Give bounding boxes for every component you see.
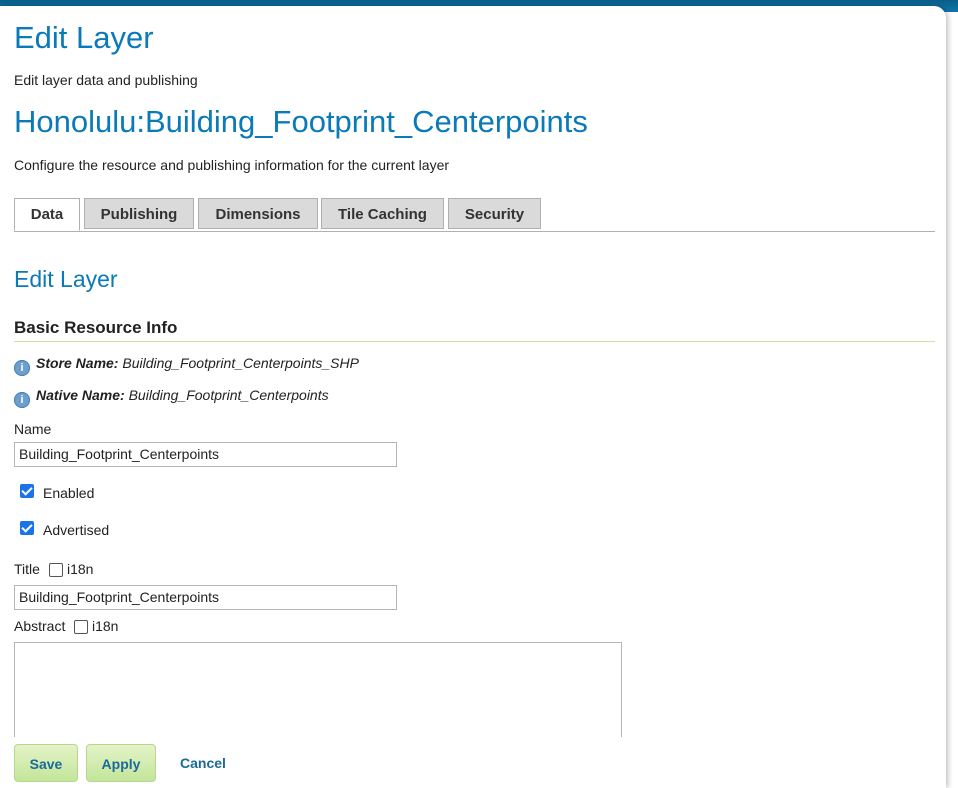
native-name-label: Native Name: <box>36 387 125 403</box>
tab-publishing[interactable]: Publishing <box>84 198 194 229</box>
abstract-i18n-checkbox[interactable] <box>74 620 88 634</box>
title-i18n-label: i18n <box>67 561 94 577</box>
title-label: Title <box>14 561 40 577</box>
enabled-label: Enabled <box>43 485 95 501</box>
abstract-textarea[interactable] <box>14 642 622 737</box>
info-icon: i <box>14 392 30 408</box>
tab-bar: Data Publishing Dimensions Tile Caching … <box>14 198 935 232</box>
section-divider <box>14 341 935 342</box>
name-label: Name <box>14 421 52 437</box>
advertised-label: Advertised <box>43 522 110 538</box>
tab-dimensions[interactable]: Dimensions <box>198 198 318 229</box>
save-button[interactable]: Save <box>14 744 78 782</box>
page-title: Edit Layer <box>14 20 154 55</box>
apply-button[interactable]: Apply <box>86 744 156 782</box>
abstract-label: Abstract <box>14 618 66 634</box>
layer-description: Configure the resource and publishing in… <box>14 157 450 173</box>
page-subtitle: Edit layer data and publishing <box>14 72 198 88</box>
native-name-value: Building_Footprint_Centerpoints <box>128 387 329 403</box>
store-name-label: Store Name: <box>36 355 119 371</box>
tab-tile-caching[interactable]: Tile Caching <box>321 198 444 229</box>
cancel-link[interactable]: Cancel <box>180 755 226 771</box>
advertised-checkbox[interactable] <box>20 521 34 535</box>
basic-resource-info-title: Basic Resource Info <box>14 318 178 337</box>
store-name-value: Building_Footprint_Centerpoints_SHP <box>122 355 359 371</box>
title-input[interactable]: Building_Footprint_Centerpoints <box>14 585 397 610</box>
tab-data[interactable]: Data <box>14 198 80 231</box>
title-i18n-checkbox[interactable] <box>49 563 63 577</box>
layer-name-heading: Honolulu:Building_Footprint_Centerpoints <box>14 104 588 139</box>
store-name-info: i Store Name: Building_Footprint_Centerpo… <box>14 355 359 376</box>
enabled-checkbox[interactable] <box>20 484 34 498</box>
abstract-i18n-label: i18n <box>92 618 119 634</box>
section-heading: Edit Layer <box>14 266 118 292</box>
tab-security[interactable]: Security <box>448 198 541 229</box>
native-name-info: i Native Name: Building_Footprint_Centerp… <box>14 387 329 408</box>
info-icon: i <box>14 360 30 376</box>
name-input[interactable]: Building_Footprint_Centerpoints <box>14 442 397 467</box>
